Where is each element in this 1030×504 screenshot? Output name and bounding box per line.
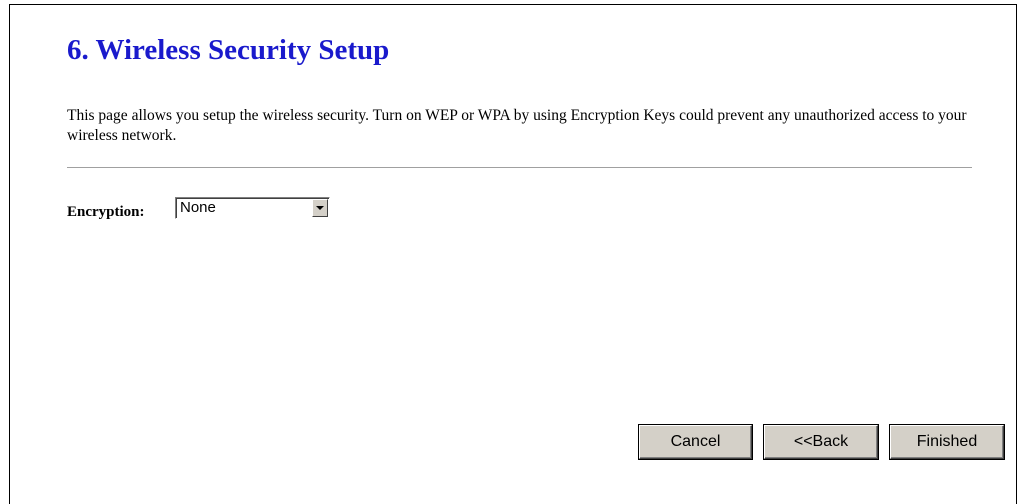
cancel-button[interactable]: Cancel — [639, 425, 752, 459]
back-button[interactable]: <<Back — [764, 425, 878, 459]
encryption-select[interactable]: None — [175, 197, 330, 219]
page-title: 6. Wireless Security Setup — [67, 34, 390, 66]
divider — [67, 167, 972, 169]
finished-button[interactable]: Finished — [890, 425, 1004, 459]
page-description: This page allows you setup the wireless … — [67, 107, 967, 144]
encryption-select-value: None — [180, 199, 216, 216]
encryption-label: Encryption: — [67, 204, 145, 220]
chevron-down-icon[interactable] — [312, 199, 328, 217]
